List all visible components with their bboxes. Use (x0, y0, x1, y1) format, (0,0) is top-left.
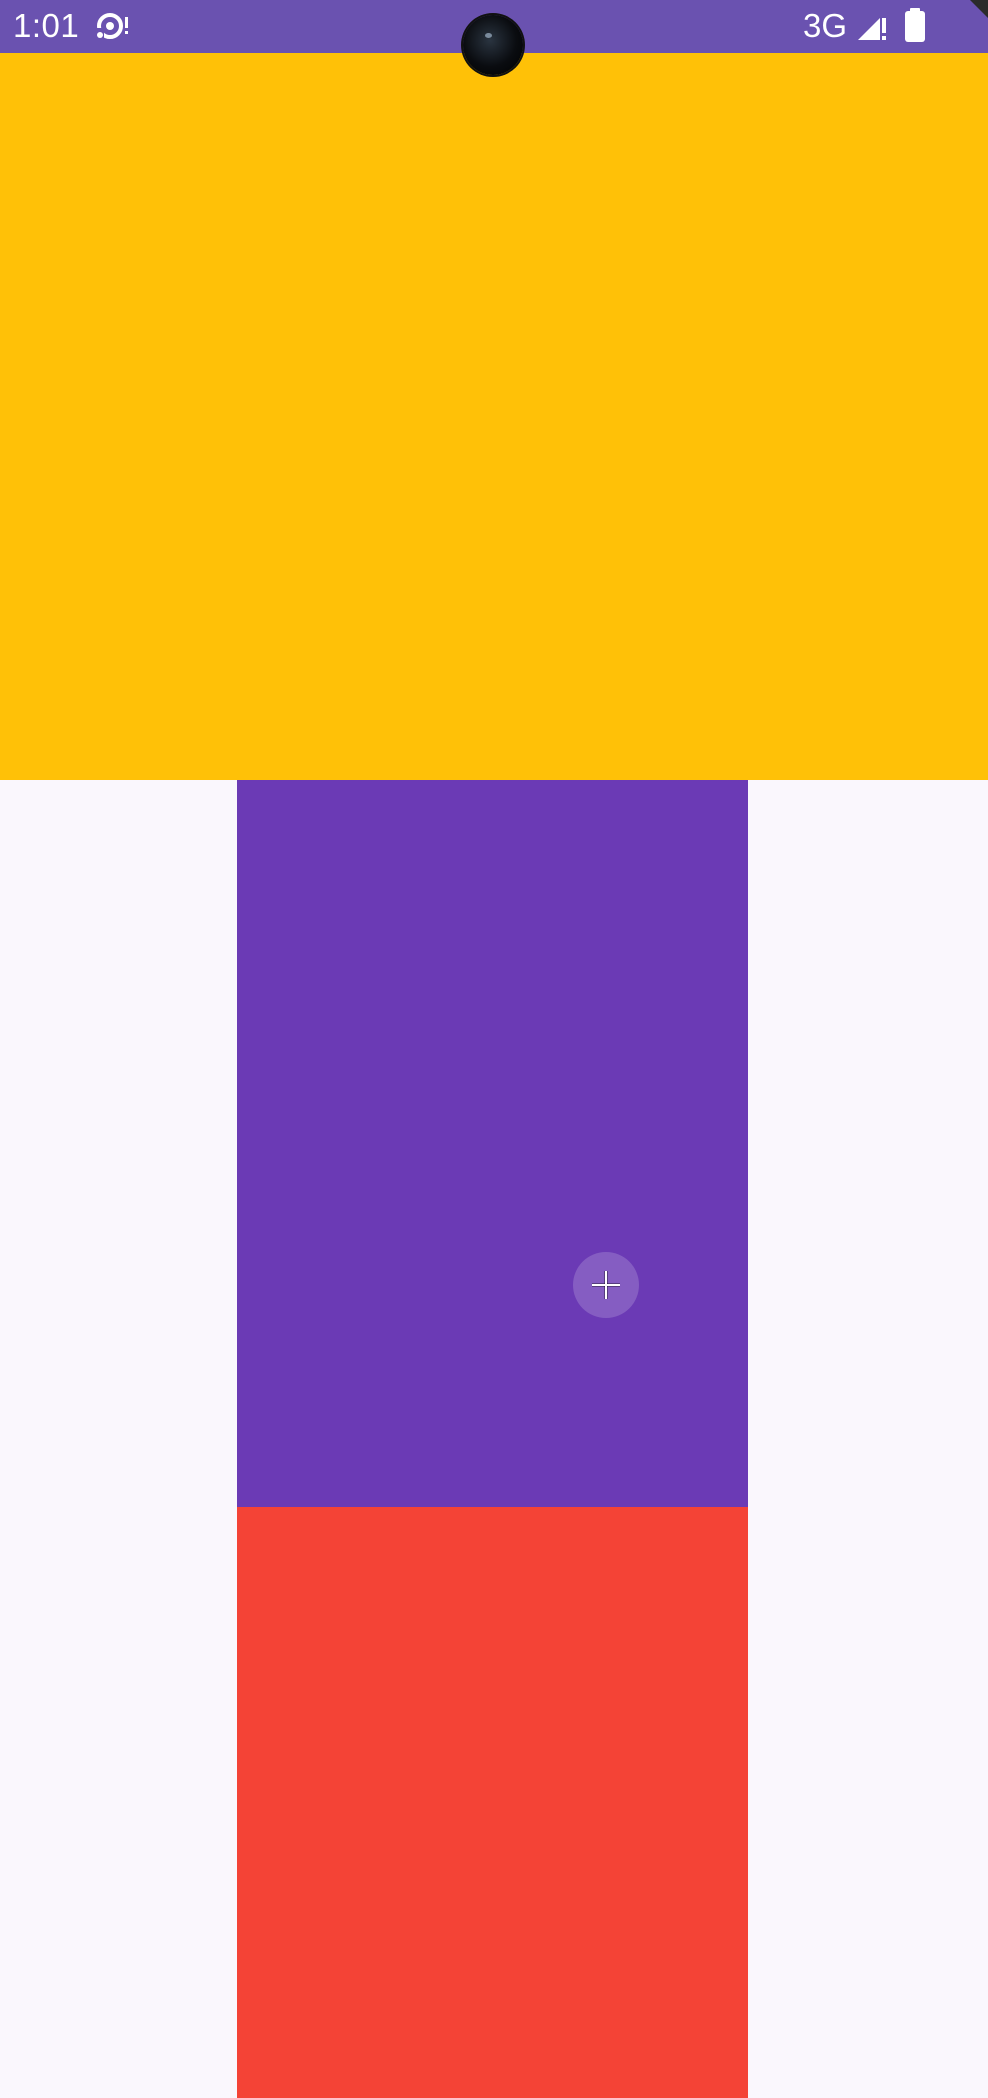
middle-purple-panel[interactable] (237, 780, 748, 1507)
touch-indicator (573, 1252, 639, 1318)
status-time: 1:01 (13, 7, 80, 44)
network-type-label: 3G (803, 7, 848, 44)
top-amber-panel[interactable] (0, 53, 988, 780)
bottom-red-panel[interactable] (237, 1507, 748, 2098)
sync-icon (96, 11, 130, 41)
battery-full-icon (904, 8, 926, 42)
crosshair-icon (592, 1271, 620, 1299)
camera-cutout (463, 15, 523, 75)
cellular-signal-alert-icon (856, 10, 888, 42)
screen-corner (970, 0, 988, 18)
